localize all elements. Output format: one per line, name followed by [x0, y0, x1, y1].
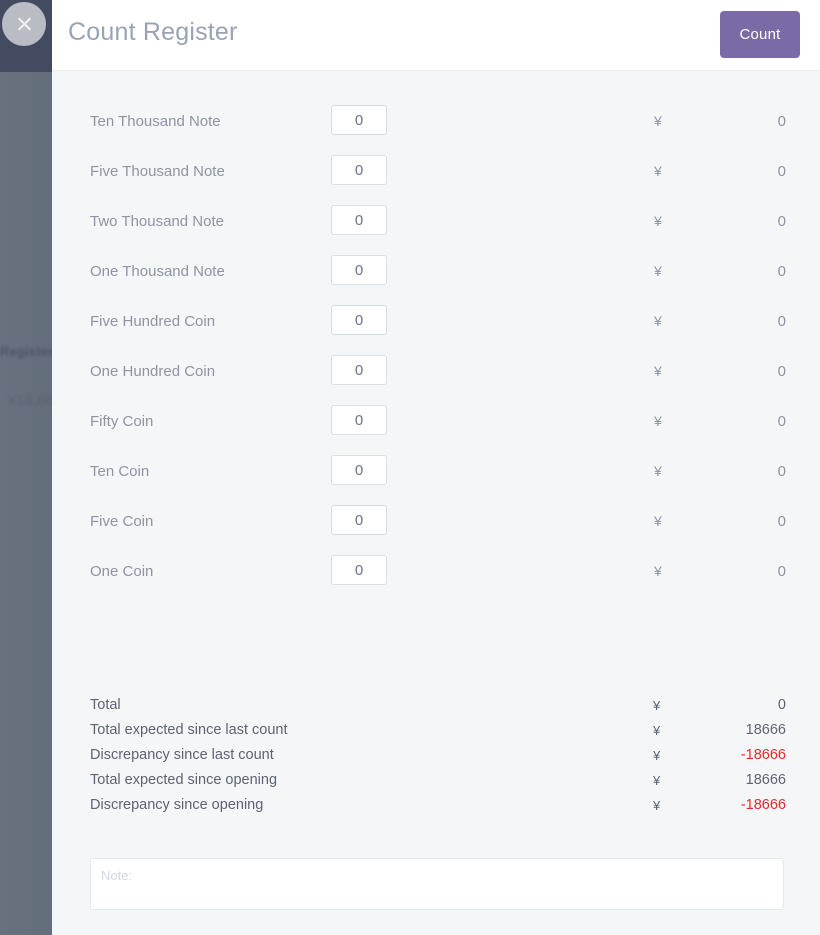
denomination-count-input[interactable] [331, 205, 387, 235]
denomination-count-input[interactable] [331, 555, 387, 585]
denomination-row: Ten Coin¥0 [52, 451, 820, 501]
denomination-row: One Hundred Coin¥0 [52, 351, 820, 401]
denomination-row: Fifty Coin¥0 [52, 401, 820, 451]
denomination-amount: 0 [777, 313, 786, 330]
summary-row: Total ¥0 [52, 695, 820, 720]
denomination-label: Ten Thousand Note [90, 113, 221, 130]
denomination-count-input[interactable] [331, 455, 387, 485]
denomination-amount: 0 [777, 263, 786, 280]
denomination-amount: 0 [777, 163, 786, 180]
denomination-row: One Thousand Note¥0 [52, 251, 820, 301]
count-button[interactable]: Count [720, 11, 800, 58]
denomination-label: Two Thousand Note [90, 213, 224, 230]
denomination-count-input[interactable] [331, 505, 387, 535]
modal-header: Count Register Count [52, 0, 820, 71]
note-input[interactable] [90, 858, 784, 910]
denomination-count-input[interactable] [331, 255, 387, 285]
summary-label: Discrepancy since opening [90, 797, 264, 813]
summary-row: Discrepancy since opening ¥ -18666 [52, 795, 820, 820]
denomination-row: Five Hundred Coin¥0 [52, 301, 820, 351]
close-icon [16, 16, 33, 33]
summary-label: Total expected since last count [90, 722, 288, 738]
denomination-amount: 0 [777, 413, 786, 430]
denomination-amount: 0 [777, 213, 786, 230]
denomination-row: Five Thousand Note¥0 [52, 151, 820, 201]
summary-label: Total expected since opening [90, 772, 278, 788]
summary-row: Discrepancy since last count ¥ -18666 [52, 745, 820, 770]
summary-value: 0 [777, 697, 786, 713]
summary-row: Total expected since opening ¥18666 [52, 770, 820, 795]
denomination-label: One Thousand Note [90, 263, 225, 280]
denomination-list: Ten Thousand Note¥0Five Thousand Note¥0T… [52, 101, 820, 601]
summary-value: 18666 [745, 772, 786, 788]
summary-label: Discrepancy since last count [90, 747, 274, 763]
denomination-count-input[interactable] [331, 355, 387, 385]
denomination-label: One Coin [90, 563, 154, 580]
denomination-label: Five Coin [90, 513, 154, 530]
denomination-amount: 0 [777, 363, 786, 380]
summary-value: 18666 [745, 722, 786, 738]
denomination-label: Five Thousand Note [90, 163, 225, 180]
denomination-count-input[interactable] [331, 305, 387, 335]
denomination-row: Ten Thousand Note¥0 [52, 101, 820, 151]
denomination-count-input[interactable] [331, 155, 387, 185]
denomination-row: Two Thousand Note¥0 [52, 201, 820, 251]
denomination-count-input[interactable] [331, 105, 387, 135]
screen: Register T ¥18,66 Count Register Count T… [0, 0, 820, 935]
denomination-label: One Hundred Coin [90, 363, 216, 380]
denomination-amount: 0 [777, 463, 786, 480]
denomination-amount: 0 [777, 563, 786, 580]
summary-list: Total ¥0 Total expected since last count ¥1… [52, 695, 820, 820]
page-title: Count Register [68, 18, 238, 46]
count-register-modal: Count Register Count Ten Thousand Note¥0… [52, 0, 820, 935]
denomination-label: Fifty Coin [90, 413, 154, 430]
denomination-label: Five Hundred Coin [90, 313, 216, 330]
close-button[interactable] [2, 2, 46, 46]
denomination-amount: 0 [777, 113, 786, 130]
denomination-row: One Coin¥0 [52, 551, 820, 601]
summary-value: -18666 [740, 747, 786, 763]
denomination-amount: 0 [777, 513, 786, 530]
summary-label: Total [90, 697, 121, 713]
modal-body: Ten Thousand Note¥0Five Thousand Note¥0T… [52, 71, 820, 935]
denomination-row: Five Coin¥0 [52, 501, 820, 551]
summary-value: -18666 [740, 797, 786, 813]
denomination-count-input[interactable] [331, 405, 387, 435]
summary-row: Total expected since last count ¥18666 [52, 720, 820, 745]
denomination-label: Ten Coin [90, 463, 150, 480]
